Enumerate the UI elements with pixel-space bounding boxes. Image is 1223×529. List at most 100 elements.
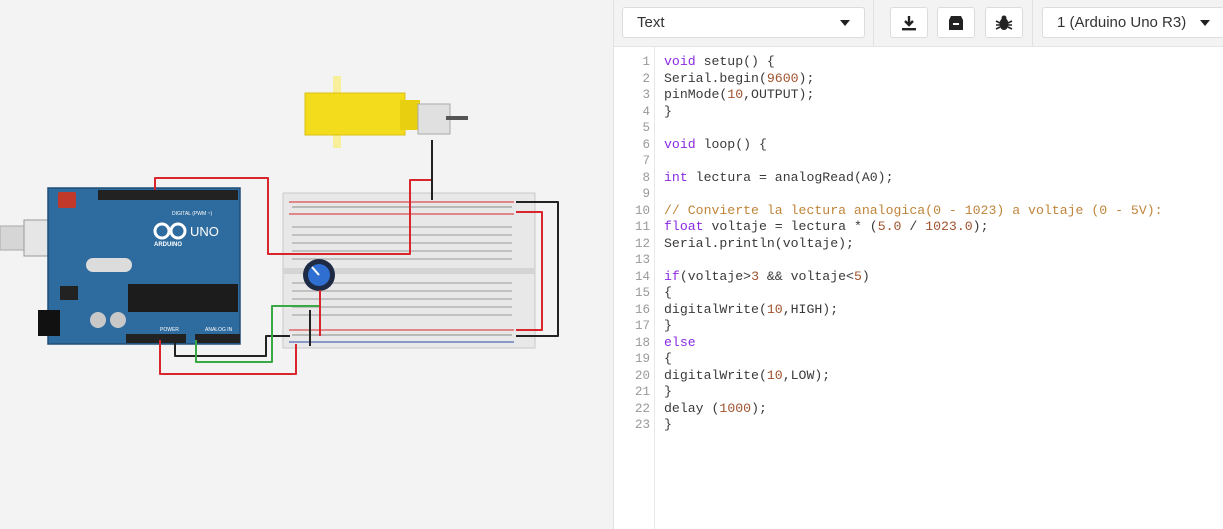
debugger-button[interactable]: [985, 7, 1023, 38]
line-number: 23: [634, 418, 650, 432]
toolbar-divider: [873, 0, 874, 46]
mode-dropdown-label: Text: [637, 14, 665, 31]
microcontroller-chip: [128, 284, 238, 312]
line-number: 11: [634, 220, 650, 234]
line-number: 12: [634, 236, 650, 251]
code-line[interactable]: 3 pinMode(10,OUTPUT);: [614, 87, 1214, 104]
code-text[interactable]: digitalWrite(10,HIGH);: [664, 302, 838, 319]
potentiometer[interactable]: [303, 259, 335, 291]
toolbar-divider: [1032, 0, 1033, 46]
line-number: 17: [634, 319, 650, 333]
code-line[interactable]: 7: [614, 153, 1214, 170]
chevron-down-icon: [840, 19, 850, 26]
line-number: 8: [642, 170, 650, 185]
code-area[interactable]: 1 void setup() { 2 Serial.begin(9600); 3 pinM…: [614, 47, 1223, 529]
circuit-canvas[interactable]: UNO ARDUINO DIGITAL (PWM ~) POWER ANALOG…: [0, 0, 613, 529]
arduino-board[interactable]: UNO ARDUINO DIGITAL (PWM ~) POWER ANALOG…: [38, 187, 241, 345]
line-number: 10: [634, 203, 650, 218]
mode-dropdown[interactable]: Text: [622, 7, 865, 38]
power-label: POWER: [160, 327, 179, 333]
line-number: 22: [634, 401, 650, 416]
line-number: 15: [634, 286, 650, 300]
code-editor-panel: Text 1 (Arduino Uno R3) 1 void setup() {…: [613, 0, 1223, 529]
line-number: 19: [634, 352, 650, 366]
code-text[interactable]: Serial.println(voltaje);: [664, 236, 854, 253]
code-text[interactable]: int lectura = analogRead(A0);: [664, 170, 894, 187]
code-line[interactable]: 5: [614, 120, 1214, 137]
code-line[interactable]: 21}: [614, 384, 1214, 401]
regulator: [60, 286, 78, 300]
board-dropdown[interactable]: 1 (Arduino Uno R3): [1042, 7, 1223, 38]
line-number: 16: [634, 302, 650, 317]
code-line[interactable]: 19 {: [614, 351, 1214, 368]
code-text[interactable]: {: [664, 351, 672, 368]
line-number: 9: [642, 187, 650, 201]
code-line[interactable]: 8 int lectura = analogRead(A0);: [614, 170, 1214, 187]
analog-label: ANALOG IN: [205, 327, 233, 333]
code-text[interactable]: pinMode(10,OUTPUT);: [664, 87, 814, 104]
code-line[interactable]: 18 else: [614, 335, 1214, 352]
bug-icon: [995, 15, 1013, 30]
code-text[interactable]: }: [664, 318, 672, 335]
digital-header: [98, 190, 238, 200]
code-text[interactable]: Serial.begin(9600);: [664, 71, 814, 88]
code-line[interactable]: 14 if(voltaje>3 && voltaje<5): [614, 269, 1214, 286]
code-line[interactable]: 6 void loop() {: [614, 137, 1214, 154]
power-header: [126, 334, 186, 343]
line-number: 2: [642, 71, 650, 86]
code-line[interactable]: 13: [614, 252, 1214, 269]
code-line[interactable]: 10 // Convierte la lectura analogica(0 - …: [614, 203, 1214, 220]
code-text[interactable]: // Convierte la lectura analogica(0 - 10…: [664, 203, 1163, 220]
code-line[interactable]: 11 float voltaje = lectura * (5.0 / 1023.…: [614, 219, 1214, 236]
code-text[interactable]: {: [664, 285, 672, 302]
analog-header: [195, 334, 240, 343]
line-number: 18: [634, 335, 650, 350]
chevron-down-icon: [1200, 19, 1210, 26]
capacitor-2: [110, 312, 126, 328]
usb-cable: [0, 225, 25, 251]
board-dropdown-label: 1 (Arduino Uno R3): [1057, 14, 1187, 31]
code-line[interactable]: 2 Serial.begin(9600);: [614, 71, 1214, 88]
code-text[interactable]: if(voltaje>3 && voltaje<5): [664, 269, 870, 286]
code-text[interactable]: void setup() {: [664, 54, 775, 71]
dc-motor[interactable]: [304, 76, 468, 148]
digital-label: DIGITAL (PWM ~): [172, 211, 212, 217]
code-line[interactable]: 17}: [614, 318, 1214, 335]
library-button[interactable]: [937, 7, 975, 38]
library-icon: [949, 15, 963, 30]
code-text[interactable]: else: [664, 335, 696, 352]
line-number: 5: [642, 121, 650, 135]
line-number: 14: [634, 269, 650, 284]
uno-logo: UNO: [190, 224, 219, 239]
code-line[interactable]: 4}: [614, 104, 1214, 121]
code-line[interactable]: 16 digitalWrite(10,HIGH);: [614, 302, 1214, 319]
code-line[interactable]: 22 delay (1000);: [614, 401, 1214, 418]
line-number: 3: [642, 88, 650, 102]
line-number: 1: [642, 55, 650, 69]
circuit-diagram: UNO ARDUINO DIGITAL (PWM ~) POWER ANALOG…: [0, 76, 559, 375]
crystal: [86, 258, 132, 272]
code-line[interactable]: 9: [614, 186, 1214, 203]
code-text[interactable]: digitalWrite(10,LOW);: [664, 368, 830, 385]
code-text[interactable]: void loop() {: [664, 137, 767, 154]
line-number: 13: [634, 253, 650, 267]
code-text[interactable]: }: [664, 104, 672, 121]
editor-toolbar: Text 1 (Arduino Uno R3): [614, 0, 1223, 47]
code-line[interactable]: 23}: [614, 417, 1214, 434]
capacitor-1: [90, 312, 106, 328]
download-icon: [902, 15, 916, 30]
code-text[interactable]: }: [664, 384, 672, 401]
code-text[interactable]: }: [664, 417, 672, 434]
code-text[interactable]: delay (1000);: [664, 401, 767, 418]
code-line[interactable]: 1 void setup() {: [614, 54, 1214, 71]
line-number: 21: [634, 385, 650, 399]
code-text[interactable]: float voltaje = lectura * (5.0 / 1023.0)…: [664, 219, 989, 236]
code-line[interactable]: 12 Serial.println(voltaje);: [614, 236, 1214, 253]
code-line[interactable]: 20 digitalWrite(10,LOW);: [614, 368, 1214, 385]
reset-button[interactable]: [58, 192, 76, 208]
arduino-brand: ARDUINO: [154, 242, 182, 248]
code-line[interactable]: 15 {: [614, 285, 1214, 302]
download-button[interactable]: [890, 7, 928, 38]
line-number: 7: [642, 154, 650, 168]
line-number: 20: [634, 368, 650, 383]
